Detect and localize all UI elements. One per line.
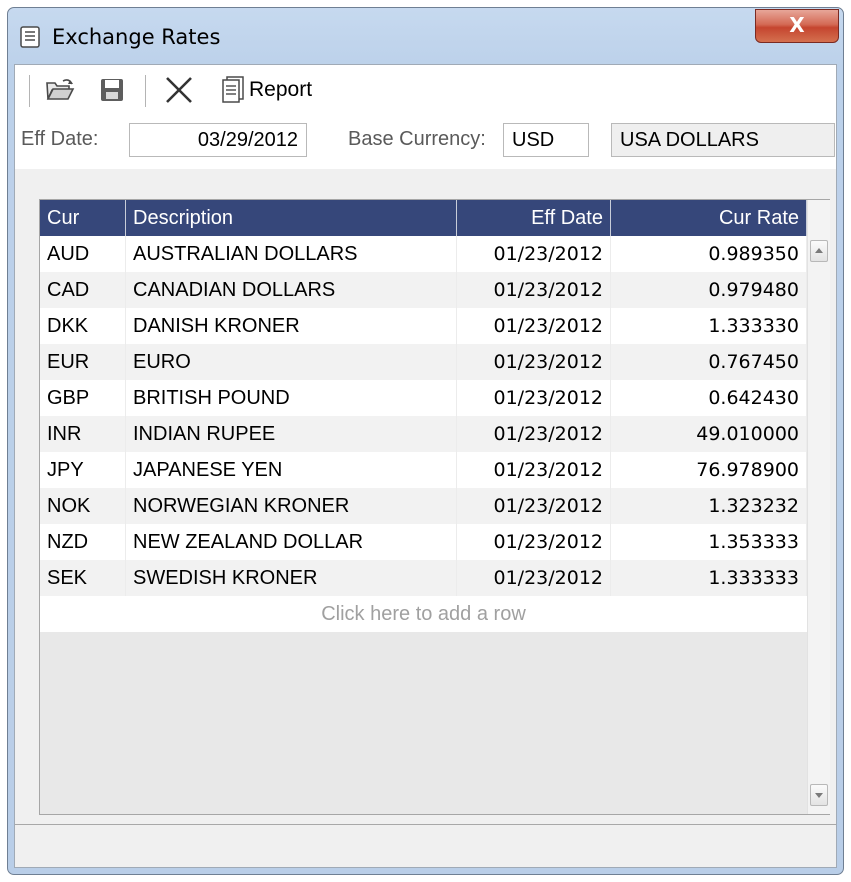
report-icon	[222, 76, 244, 103]
cell-description[interactable]: JAPANESE YEN	[126, 452, 457, 488]
cell-eff-date[interactable]: 01/23/2012	[457, 344, 611, 380]
base-currency-name-field: USA DOLLARS	[611, 123, 835, 157]
eff-date-field[interactable]: 03/29/2012	[129, 123, 307, 157]
column-header-description[interactable]: Description	[126, 200, 457, 236]
delete-x-icon	[166, 77, 192, 103]
cell-description[interactable]: NORWEGIAN KRONER	[126, 488, 457, 524]
toolbar-separator	[29, 75, 30, 107]
title-bar[interactable]: Exchange Rates X	[8, 8, 843, 64]
toolbar: Report	[15, 65, 836, 116]
cell-cur[interactable]: GBP	[40, 380, 126, 416]
toolbar-separator	[145, 75, 146, 107]
cell-cur-rate[interactable]: 1.353333	[611, 524, 807, 560]
column-header-cur[interactable]: Cur	[40, 200, 126, 236]
cell-cur-rate[interactable]: 0.642430	[611, 380, 807, 416]
cell-description[interactable]: NEW ZEALAND DOLLAR	[126, 524, 457, 560]
base-currency-field[interactable]: USD	[503, 123, 589, 157]
cell-cur[interactable]: NZD	[40, 524, 126, 560]
cell-cur[interactable]: NOK	[40, 488, 126, 524]
status-bar	[15, 824, 836, 867]
scroll-down-button[interactable]	[810, 784, 828, 806]
cell-eff-date[interactable]: 01/23/2012	[457, 524, 611, 560]
close-button[interactable]: X	[755, 9, 839, 43]
save-button[interactable]	[99, 73, 125, 107]
cell-cur-rate[interactable]: 0.767450	[611, 344, 807, 380]
save-disk-icon	[101, 79, 123, 101]
cell-cur[interactable]: AUD	[40, 236, 126, 272]
table-row[interactable]: SEK SWEDISH KRONER 01/23/2012 1.333333	[40, 560, 807, 596]
table-row[interactable]: JPY JAPANESE YEN 01/23/2012 76.978900	[40, 452, 807, 488]
window-form-icon	[20, 26, 40, 48]
table-row[interactable]: GBP BRITISH POUND 01/23/2012 0.642430	[40, 380, 807, 416]
cell-cur-rate[interactable]: 76.978900	[611, 452, 807, 488]
table-row[interactable]: EUR EURO 01/23/2012 0.767450	[40, 344, 807, 380]
cell-cur-rate[interactable]: 0.989350	[611, 236, 807, 272]
cell-cur-rate[interactable]: 49.010000	[611, 416, 807, 452]
cell-eff-date[interactable]: 01/23/2012	[457, 488, 611, 524]
cell-cur-rate[interactable]: 1.333330	[611, 308, 807, 344]
cell-cur[interactable]: EUR	[40, 344, 126, 380]
cell-cur[interactable]: JPY	[40, 452, 126, 488]
eff-date-label: Eff Date:	[21, 128, 99, 150]
cell-eff-date[interactable]: 01/23/2012	[457, 416, 611, 452]
column-header-cur-rate[interactable]: Cur Rate	[611, 200, 807, 236]
cell-cur[interactable]: CAD	[40, 272, 126, 308]
cell-description[interactable]: INDIAN RUPEE	[126, 416, 457, 452]
cell-cur-rate[interactable]: 1.333333	[611, 560, 807, 596]
cell-description[interactable]: EURO	[126, 344, 457, 380]
open-button[interactable]	[45, 73, 75, 107]
cell-description[interactable]: CANADIAN DOLLARS	[126, 272, 457, 308]
cell-eff-date[interactable]: 01/23/2012	[457, 452, 611, 488]
report-label: Report	[249, 78, 313, 101]
cell-description[interactable]: DANISH KRONER	[126, 308, 457, 344]
header-form: Eff Date: 03/29/2012 Base Currency: USD …	[15, 115, 836, 169]
cell-cur-rate[interactable]: 0.979480	[611, 272, 807, 308]
cell-description[interactable]: BRITISH POUND	[126, 380, 457, 416]
report-button[interactable]: Report	[221, 73, 312, 107]
column-header-eff-date[interactable]: Eff Date	[457, 200, 611, 236]
scroll-up-button[interactable]	[810, 240, 828, 262]
cell-cur-rate[interactable]: 1.323232	[611, 488, 807, 524]
cell-eff-date[interactable]: 01/23/2012	[457, 272, 611, 308]
table-row[interactable]: INR INDIAN RUPEE 01/23/2012 49.010000	[40, 416, 807, 452]
cell-cur[interactable]: DKK	[40, 308, 126, 344]
cell-cur[interactable]: SEK	[40, 560, 126, 596]
cell-eff-date[interactable]: 01/23/2012	[457, 560, 611, 596]
delete-button[interactable]	[163, 73, 195, 107]
table-row[interactable]: AUD AUSTRALIAN DOLLARS 01/23/2012 0.9893…	[40, 236, 807, 272]
cell-description[interactable]: SWEDISH KRONER	[126, 560, 457, 596]
table-row[interactable]: DKK DANISH KRONER 01/23/2012 1.333330	[40, 308, 807, 344]
cell-cur[interactable]: INR	[40, 416, 126, 452]
add-row-link[interactable]: Click here to add a row	[40, 596, 807, 632]
grid-rows: AUD AUSTRALIAN DOLLARS 01/23/2012 0.9893…	[40, 236, 807, 632]
arrow-up-icon	[815, 248, 823, 253]
cell-eff-date[interactable]: 01/23/2012	[457, 308, 611, 344]
base-currency-label: Base Currency:	[348, 128, 486, 150]
grid-header: Cur Description Eff Date Cur Rate	[40, 200, 807, 236]
window-client-area: Report Eff Date: 03/29/2012 Base Currenc…	[14, 64, 837, 868]
vertical-scrollbar[interactable]	[807, 200, 830, 814]
table-row[interactable]: NOK NORWEGIAN KRONER 01/23/2012 1.323232	[40, 488, 807, 524]
table-row[interactable]: NZD NEW ZEALAND DOLLAR 01/23/2012 1.3533…	[40, 524, 807, 560]
cell-description[interactable]: AUSTRALIAN DOLLARS	[126, 236, 457, 272]
cell-eff-date[interactable]: 01/23/2012	[457, 236, 611, 272]
exchange-rates-window: Exchange Rates X Report Eff Date: 03/29/…	[7, 7, 844, 875]
window-title: Exchange Rates	[52, 25, 221, 49]
folder-open-icon	[46, 79, 75, 100]
exchange-rates-grid: Cur Description Eff Date Cur Rate AUD AU…	[39, 199, 830, 815]
table-row[interactable]: CAD CANADIAN DOLLARS 01/23/2012 0.979480	[40, 272, 807, 308]
cell-eff-date[interactable]: 01/23/2012	[457, 380, 611, 416]
arrow-down-icon	[815, 793, 823, 798]
